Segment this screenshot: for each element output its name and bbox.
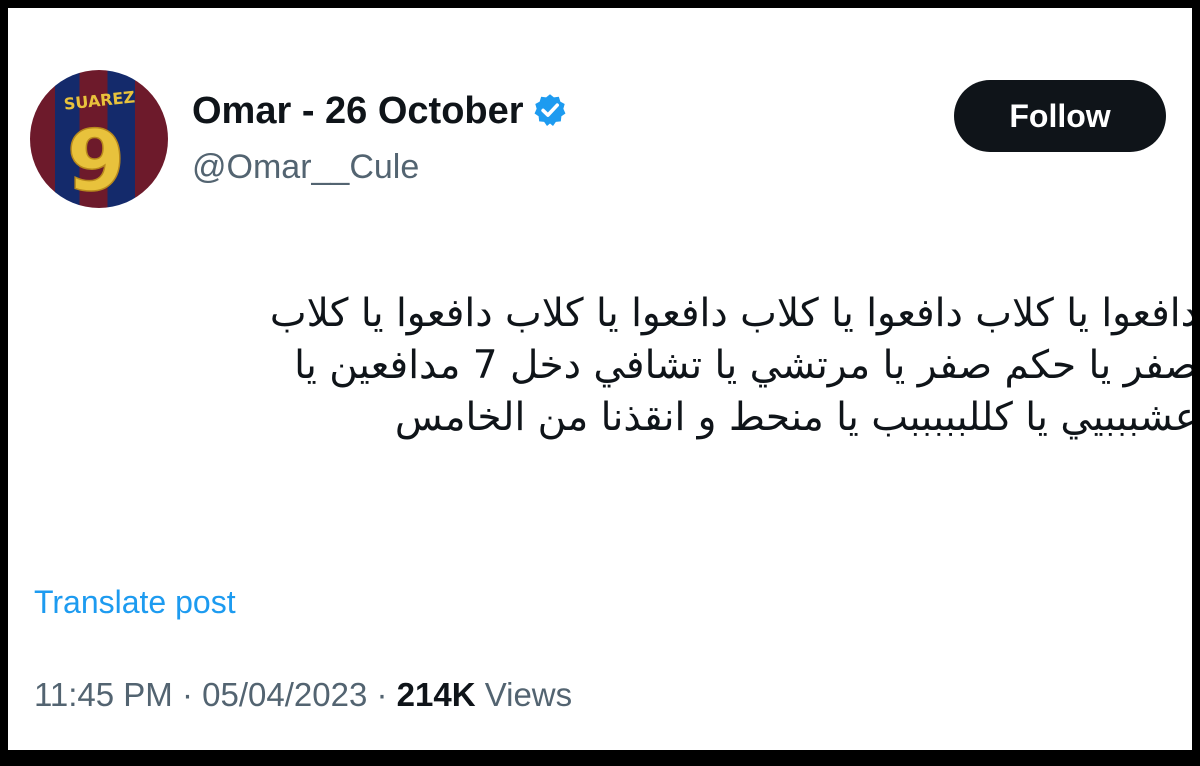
avatar-jersey-name: SUAREZ	[63, 87, 136, 113]
meta-separator: ·	[367, 676, 397, 713]
views-count[interactable]: 214K	[397, 676, 476, 713]
tweet-meta: 11:45 PM · 05/04/2023 · 214K Views	[34, 675, 572, 715]
tweet-text: دافعوا يا كلاب دافعوا يا كلاب دافعوا يا …	[28, 288, 1192, 444]
display-name-row[interactable]: Omar - 26 October	[192, 88, 568, 134]
views-label: Views	[475, 676, 573, 713]
avatar[interactable]: SUAREZ 9	[30, 70, 168, 208]
tweet-date[interactable]: 05/04/2023	[202, 676, 367, 713]
tweet-card: SUAREZ 9 Omar - 26 October @Omar__Cule F…	[8, 8, 1192, 750]
follow-button[interactable]: Follow	[954, 80, 1166, 152]
tweet-text-line: صفر يا حكم صفر يا مرتشي يا تشافي دخل 7 م…	[294, 343, 1192, 388]
user-handle[interactable]: @Omar__Cule	[192, 146, 419, 188]
translate-post-link[interactable]: Translate post	[34, 582, 236, 622]
avatar-jersey-image: SUAREZ 9	[63, 87, 136, 208]
tweet-text-line: دافعوا يا كلاب دافعوا يا كلاب دافعوا يا …	[269, 291, 1192, 336]
verified-badge-icon	[534, 94, 566, 127]
avatar-jersey-number: 9	[67, 112, 125, 208]
meta-separator: ·	[172, 676, 203, 713]
tweet-text-line: عشبببيي يا كللبببببب يا منحط و انقذنا من…	[394, 395, 1192, 440]
tweet-time[interactable]: 11:45 PM	[34, 676, 173, 713]
display-name[interactable]: Omar - 26 October	[192, 90, 524, 132]
